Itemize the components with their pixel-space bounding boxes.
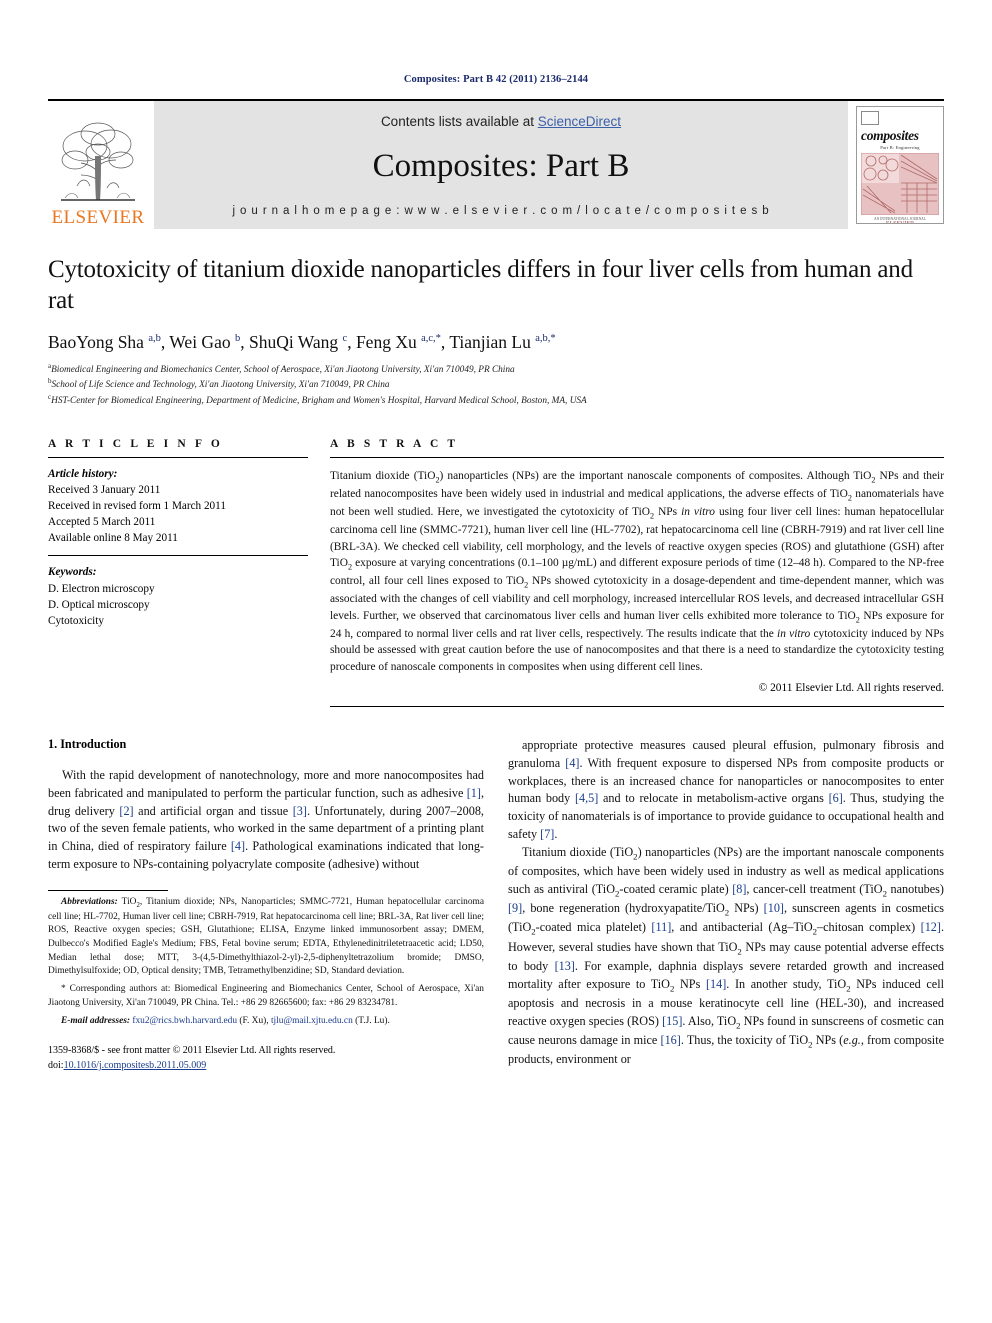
paragraph: With the rapid development of nanotechno…	[48, 767, 484, 871]
paragraph: appropriate protective measures caused p…	[508, 737, 945, 841]
section-heading-introduction: 1. Introduction	[48, 736, 127, 751]
cover-subtitle: Part B: Engineering	[880, 144, 920, 150]
keyword-item: D. Electron microscopy	[48, 582, 155, 595]
doi-prefix: doi:	[48, 1059, 64, 1071]
keywords-label: Keywords:	[48, 566, 97, 579]
doi-link[interactable]: 10.1016/j.compositesb.2011.05.009	[64, 1060, 207, 1071]
affiliation-b-text: School of Life Science and Technology, X…	[51, 380, 390, 391]
abstract-rule-top	[330, 456, 944, 458]
elsevier-wordmark: ELSEVIER	[51, 207, 145, 228]
article-info-rule-mid	[48, 555, 308, 557]
paragraph: Titanium dioxide (TiO2) nanoparticles (N…	[508, 844, 945, 1067]
cover-publisher-logo: ELSEVIER	[885, 220, 915, 224]
affiliation-c: cHST-Center for Biomedical Engineering, …	[48, 393, 944, 408]
info-abstract-row: A R T I C L E I N F O Article history: R…	[48, 438, 944, 707]
body-left-column: 1. Introduction With the rapid developme…	[48, 737, 484, 1073]
journal-masthead: ELSEVIER Contents lists available at Sci…	[48, 99, 944, 229]
article-info-rule-top	[48, 456, 308, 458]
issn-block: 1359-8368/$ - see front matter © 2011 El…	[48, 1044, 484, 1073]
footnote-divider	[48, 889, 168, 891]
keyword-item: D. Optical microscopy	[48, 598, 150, 611]
journal-homepage-line[interactable]: j o u r n a l h o m e p a g e : w w w . …	[232, 205, 769, 217]
history-received: Received 3 January 2011	[48, 483, 161, 496]
article-history-label: Article history:	[48, 467, 118, 480]
cover-elsevier-mark	[861, 111, 879, 125]
abstract-rule-bottom	[330, 705, 944, 707]
cover-title: composites	[861, 128, 919, 143]
corresponding-author-footnote: * Corresponding authors at: Biomedical E…	[48, 984, 484, 1008]
history-revised: Received in revised form 1 March 2011	[48, 500, 226, 513]
affiliation-b: bSchool of Life Science and Technology, …	[48, 377, 944, 392]
affiliation-a-text: Biomedical Engineering and Biomechanics …	[51, 365, 515, 376]
keyword-item: Cytotoxicity	[48, 614, 104, 627]
journal-article-page: Composites: Part B 42 (2011) 2136–2144 E…	[0, 0, 992, 1323]
abstract-column: A B S T R A C T Titanium dioxide (TiO2) …	[330, 438, 944, 707]
page-title: Cytotoxicity of titanium dioxide nanopar…	[48, 256, 913, 314]
running-head: Composites: Part B 42 (2011) 2136–2144	[403, 74, 589, 85]
elsevier-tree-icon	[55, 116, 141, 208]
abbreviations-footnote: Abbreviations: TiO2, Titanium dioxide; N…	[48, 896, 484, 977]
doi-line: doi:10.1016/j.compositesb.2011.05.009	[48, 1059, 484, 1074]
sciencedirect-link[interactable]: ScienceDirect	[538, 114, 621, 129]
affiliations: aBiomedical Engineering and Biomechanics…	[48, 362, 944, 408]
article-history: Article history: Received 3 January 2011…	[48, 466, 308, 547]
email-footnote: E-mail addresses: fxu2@rics.bwh.harvard.…	[61, 1015, 390, 1026]
article-info-column: A R T I C L E I N F O Article history: R…	[48, 438, 308, 707]
affiliation-c-text: HST-Center for Biomedical Engineering, D…	[51, 395, 587, 406]
keywords-block: Keywords: D. Electron microscopy D. Opti…	[48, 564, 308, 629]
journal-cover-thumbnail[interactable]: composites Part B: Engineering AN INTERN…	[856, 106, 944, 224]
contents-available-line: Contents lists available at ScienceDirec…	[381, 114, 621, 129]
author-list: BaoYong Sha a,b, Wei Gao b, ShuQi Wang c…	[48, 332, 556, 352]
journal-title: Composites: Part B	[372, 147, 630, 184]
cover-artwork	[860, 152, 940, 215]
issn-line: 1359-8368/$ - see front matter © 2011 El…	[48, 1045, 336, 1057]
history-accepted: Accepted 5 March 2011	[48, 516, 156, 529]
abstract-heading: A B S T R A C T	[330, 437, 459, 450]
article-info-heading: A R T I C L E I N F O	[48, 437, 223, 450]
elsevier-logo: ELSEVIER	[48, 101, 148, 229]
contents-prefix: Contents lists available at	[380, 114, 538, 129]
journal-band: Contents lists available at ScienceDirec…	[154, 101, 848, 229]
abstract-body: Titanium dioxide (TiO2) nanoparticles (N…	[330, 469, 945, 673]
body-right-column: appropriate protective measures caused p…	[508, 737, 944, 1073]
affiliation-a: aBiomedical Engineering and Biomechanics…	[48, 362, 944, 377]
title-block: Cytotoxicity of titanium dioxide nanopar…	[48, 255, 944, 408]
abstract-copyright: © 2011 Elsevier Ltd. All rights reserved…	[758, 681, 944, 694]
history-online: Available online 8 May 2011	[48, 532, 178, 545]
body-columns: 1. Introduction With the rapid developme…	[48, 737, 944, 1073]
